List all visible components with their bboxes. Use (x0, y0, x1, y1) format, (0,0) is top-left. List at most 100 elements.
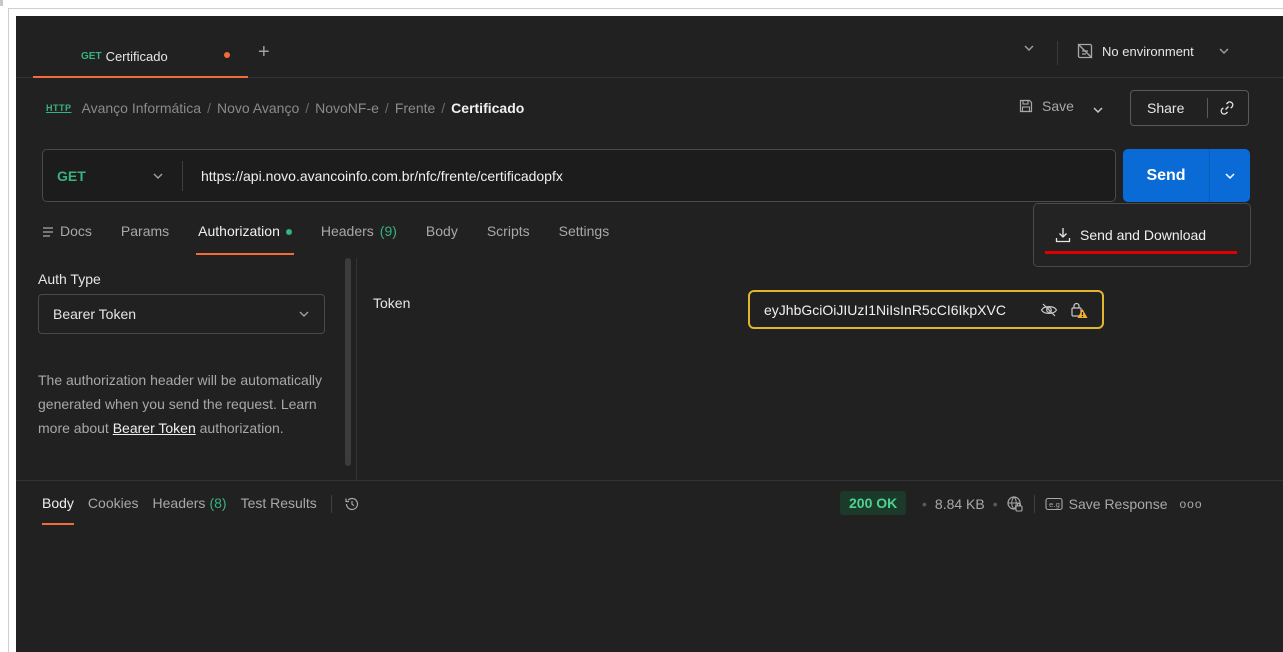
download-icon (1054, 226, 1072, 244)
response-bar: Body Cookies Headers (8) Test Results 200… (16, 480, 1283, 525)
unsaved-dot-icon (224, 52, 230, 58)
docs-icon (42, 223, 54, 238)
auth-type-select[interactable]: Bearer Token (38, 294, 325, 334)
breadcrumb-current[interactable]: Certificado (451, 100, 524, 116)
tab-method: GET (81, 50, 102, 62)
divider (1033, 495, 1035, 513)
tab-label: Cookies (87, 495, 139, 511)
corner-mark (0, 0, 3, 6)
token-label: Token (373, 295, 411, 311)
divider (356, 258, 357, 480)
tab-count: (9) (379, 223, 397, 239)
no-environment-icon (1076, 42, 1094, 60)
breadcrumb-item[interactable]: NovoNF-e (315, 100, 379, 116)
auth-description-suffix: authorization. (195, 420, 284, 436)
tab-label: Headers (152, 495, 206, 511)
breadcrumb-separator: / (384, 100, 389, 116)
response-tab-body[interactable]: Body (42, 495, 74, 525)
response-tab-headers[interactable]: Headers (8) (153, 495, 227, 513)
tab-label: Settings (558, 223, 610, 239)
share-label: Share (1147, 100, 1185, 116)
tab-headers[interactable]: Headers (9) (321, 223, 397, 253)
token-value: eyJhbGciOiJIUzI1NiIsInR5cCI6IkpXVC (764, 301, 1006, 318)
environment-selector[interactable]: No environment (1076, 42, 1230, 60)
tab-label: Docs (60, 223, 92, 239)
tab-authorization[interactable]: Authorization (196, 223, 294, 255)
chevron-down-icon (298, 310, 310, 318)
svg-text:e.g: e.g (1049, 501, 1060, 509)
send-options-button[interactable] (1210, 172, 1250, 180)
bearer-token-link[interactable]: Bearer Token (113, 420, 196, 436)
chevron-down-icon (1225, 172, 1235, 179)
divider (330, 495, 332, 513)
tab-label: Body (42, 495, 74, 511)
auth-description: The authorization header will be automat… (38, 368, 338, 440)
response-tab-test-results[interactable]: Test Results (241, 495, 317, 513)
breadcrumb-item[interactable]: Avanço Informática (82, 100, 202, 116)
environment-label: No environment (1102, 43, 1194, 59)
token-input[interactable]: eyJhbGciOiJIUzI1NiIsInR5cCI6IkpXVC (748, 290, 1104, 329)
breadcrumb-item[interactable]: Frente (395, 100, 435, 116)
request-url-bar: GET https://api.novo.avancoinfo.com.br/n… (42, 149, 1116, 202)
eye-slash-icon[interactable] (1040, 302, 1058, 318)
send-button-group: Send (1123, 149, 1250, 202)
tab-certificado[interactable]: GET Certificado (33, 36, 248, 78)
auth-panel: Auth Type Bearer Token The authorization… (16, 268, 356, 480)
tab-label: Params (120, 223, 170, 239)
postman-app: GET Certificado + No environment HTTP Av… (16, 16, 1283, 652)
auth-type-label: Auth Type (38, 271, 101, 287)
token-actions (1040, 301, 1088, 319)
response-tabs: Body Cookies Headers (8) Test Results (42, 495, 360, 525)
tab-docs[interactable]: Docs (42, 223, 92, 253)
chevron-down-icon[interactable] (1023, 44, 1035, 52)
status-dot-icon (285, 229, 292, 235)
breadcrumb-item[interactable]: Novo Avanço (217, 100, 299, 116)
divider (1057, 41, 1058, 65)
url-input[interactable]: https://api.novo.avancoinfo.com.br/nfc/f… (183, 168, 563, 184)
save-options-chevron-icon[interactable] (1092, 106, 1104, 114)
status-badge[interactable]: 200 OK (840, 491, 907, 515)
example-icon: e.g (1045, 497, 1063, 511)
response-size[interactable]: 8.84 KB (935, 496, 985, 512)
tab-body[interactable]: Body (426, 223, 458, 253)
chevron-down-icon (152, 172, 164, 180)
save-button[interactable]: Save (1018, 98, 1074, 114)
tab-params[interactable]: Params (121, 223, 169, 253)
send-button[interactable]: Send (1123, 167, 1209, 185)
tab-label: Test Results (240, 495, 317, 511)
more-icon[interactable]: ooo (1179, 497, 1202, 511)
response-meta: • 8.84 KB • e.g Save Response ooo (920, 495, 1203, 513)
tab-scripts[interactable]: Scripts (487, 223, 530, 253)
send-options-menu: Send and Download (1033, 203, 1251, 267)
save-icon (1018, 98, 1034, 114)
auth-type-value: Bearer Token (53, 306, 137, 322)
link-icon[interactable] (1208, 99, 1236, 117)
new-tab-button[interactable]: + (258, 42, 270, 62)
tab-settings[interactable]: Settings (559, 223, 610, 253)
annotation-underline (1045, 251, 1237, 254)
save-response-button[interactable]: Save Response (1069, 496, 1168, 512)
save-label: Save (1042, 98, 1074, 114)
breadcrumb-separator: / (207, 100, 211, 116)
send-and-download-item[interactable]: Send and Download (1054, 226, 1206, 244)
breadcrumb: HTTP Avanço Informática / Novo Avanço / … (46, 100, 524, 116)
share-button[interactable]: Share (1130, 90, 1249, 126)
tab-label: Body (425, 223, 458, 239)
breadcrumb-separator: / (441, 100, 446, 116)
breadcrumb-separator: / (305, 100, 310, 116)
response-tab-cookies[interactable]: Cookies (88, 495, 139, 513)
auth-panel-scrollbar[interactable] (345, 258, 351, 466)
method-select[interactable]: GET (43, 160, 183, 191)
history-icon[interactable] (344, 495, 360, 513)
chevron-down-icon (1218, 47, 1230, 55)
globe-lock-icon[interactable] (1006, 495, 1024, 513)
lock-warning-icon[interactable] (1070, 301, 1088, 319)
menu-item-label: Send and Download (1080, 227, 1207, 243)
bullet-separator: • (992, 496, 998, 512)
http-icon: HTTP (46, 103, 72, 113)
tab-count: (8) (209, 495, 227, 511)
tab-label: Scripts (486, 223, 530, 239)
method-value: GET (57, 167, 86, 184)
bullet-separator: • (922, 496, 927, 512)
request-tabs: Docs Params Authorization Headers (9) Bo… (42, 223, 638, 255)
